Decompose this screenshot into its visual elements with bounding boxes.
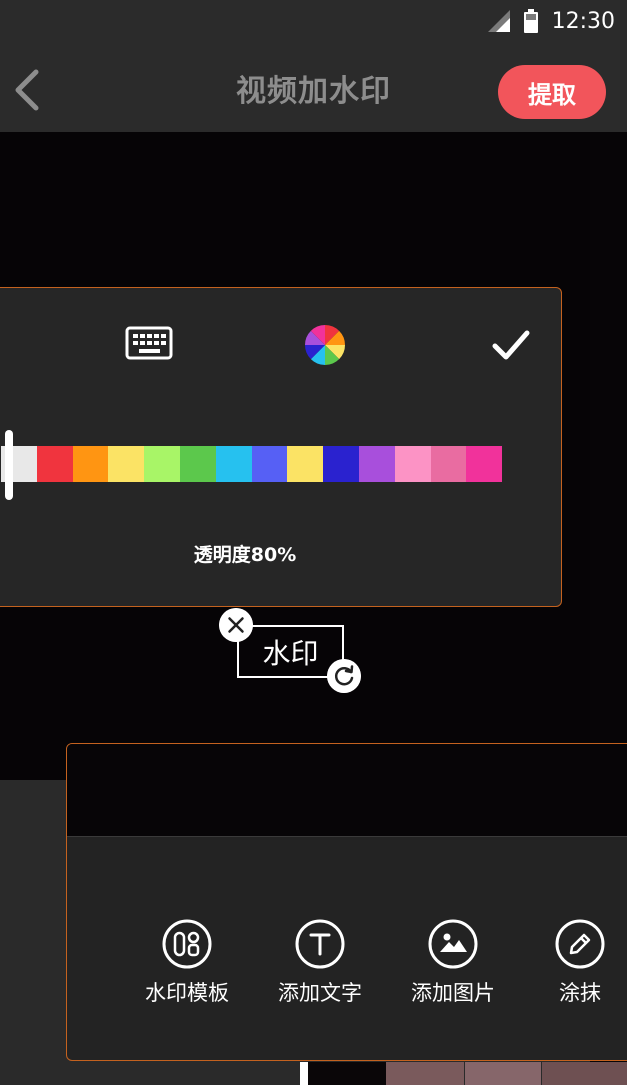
title-bar: 视频加水印 提取: [0, 42, 627, 132]
tools-panel: 水印模板 添加文字 添加图片 涂抹: [66, 743, 627, 1061]
signal-icon: [487, 10, 510, 32]
tool-label: 水印模板: [145, 981, 229, 1005]
color-swatch[interactable]: [108, 446, 145, 482]
color-palette-icon[interactable]: [304, 324, 346, 366]
template-icon: [162, 919, 212, 969]
rotate-icon[interactable]: [327, 659, 361, 693]
brush-icon: [555, 919, 605, 969]
close-icon[interactable]: [219, 608, 253, 642]
opacity-label: 透明度80%: [193, 544, 297, 566]
tools-panel-preview: [67, 744, 627, 837]
confirm-check-icon[interactable]: [491, 328, 531, 362]
timeline-thumbnail: [386, 1062, 464, 1085]
tool-add-image[interactable]: 添加图片: [398, 919, 508, 1007]
tool-watermark-template[interactable]: 水印模板: [132, 919, 242, 1007]
color-slider-handle[interactable]: [5, 430, 13, 500]
color-swatch[interactable]: [287, 446, 324, 482]
color-swatch[interactable]: [251, 446, 288, 482]
color-swatch[interactable]: [179, 446, 216, 482]
status-indicators: 12:30: [487, 8, 615, 34]
color-swatch[interactable]: [144, 446, 180, 482]
battery-icon: [523, 9, 538, 33]
keyboard-icon[interactable]: [125, 326, 173, 360]
timeline-thumbnail: [465, 1062, 541, 1085]
extract-button[interactable]: 提取: [498, 65, 606, 119]
color-swatch[interactable]: [215, 446, 252, 482]
color-panel: 透明度80%: [0, 287, 562, 607]
color-swatch[interactable]: [430, 446, 467, 482]
color-swatch[interactable]: [358, 446, 395, 482]
tool-add-text[interactable]: 添加文字: [265, 919, 375, 1007]
tool-brush[interactable]: 涂抹: [525, 919, 627, 1007]
color-swatch[interactable]: [36, 446, 73, 482]
text-icon: [295, 919, 345, 969]
color-swatch[interactable]: [72, 446, 109, 482]
status-bar: 12:30: [0, 0, 627, 42]
color-swatch[interactable]: [466, 446, 503, 482]
timeline-thumbnail: [542, 1062, 627, 1085]
image-icon: [428, 919, 478, 969]
tool-label: 涂抹: [559, 981, 601, 1005]
color-swatch[interactable]: [323, 446, 359, 482]
tool-label: 添加图片: [411, 981, 495, 1005]
timeline-cursor: [300, 1062, 308, 1085]
status-time: 12:30: [551, 8, 615, 34]
color-swatch[interactable]: [394, 446, 431, 482]
timeline-thumbnail: [308, 1062, 386, 1085]
color-swatches: [1, 446, 503, 482]
tool-label: 添加文字: [278, 981, 362, 1005]
